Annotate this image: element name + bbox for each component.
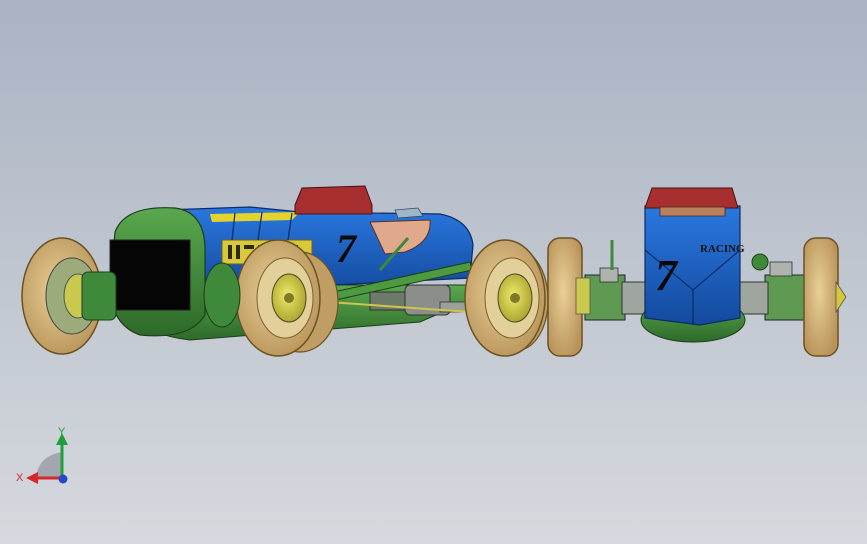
triad-x-label: X [16, 472, 24, 484]
front-view-left-tire [547, 237, 591, 357]
front-suspension-right [739, 253, 806, 321]
race-car-front-view[interactable]: 7 RACING [547, 187, 847, 357]
graphics-viewport[interactable]: 7 7 RACING Y X [0, 0, 867, 544]
front-view-car-number: 7 [655, 251, 679, 300]
triad-x-arrowhead [26, 472, 38, 484]
side-windscreen [394, 207, 424, 219]
triad-z-axis [58, 474, 68, 484]
front-view-nose-text: RACING [700, 243, 745, 255]
race-car-side-view[interactable]: 7 [21, 185, 549, 357]
front-view-right-tire [803, 237, 847, 357]
wheel-front-far [21, 237, 117, 355]
front-suspension-left [584, 240, 651, 321]
front-view-cockpit-edge [659, 206, 726, 217]
wheel-rear [464, 239, 549, 357]
coordinate-triad-icon[interactable]: Y X [16, 426, 68, 484]
side-grille [109, 239, 191, 311]
front-view-red-top [644, 187, 739, 209]
side-car-number: 7 [336, 226, 358, 271]
triad-y-label: Y [58, 426, 66, 438]
side-red-seat [294, 185, 373, 215]
triad-plane-shade [36, 452, 62, 478]
